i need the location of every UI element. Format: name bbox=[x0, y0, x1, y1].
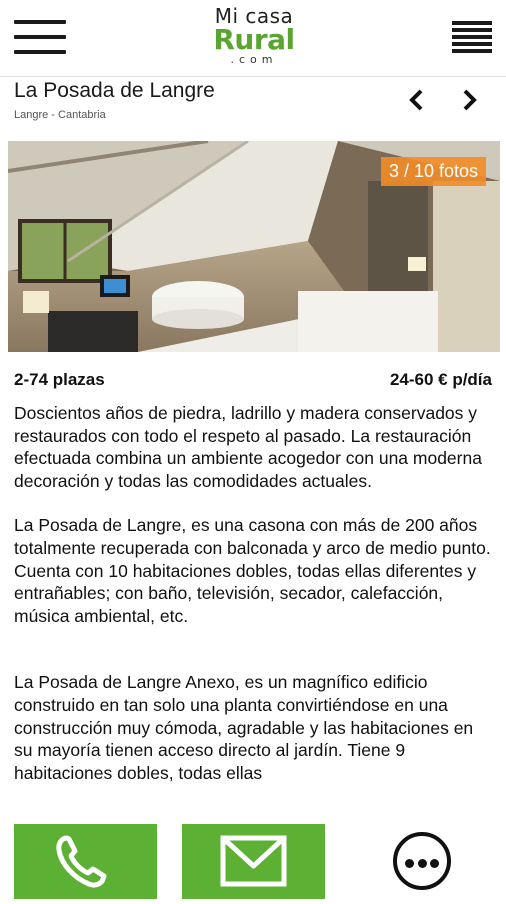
property-name: La Posada de Langre bbox=[14, 79, 215, 102]
logo-text-main: Rural bbox=[213, 23, 295, 56]
description-fade bbox=[0, 780, 506, 810]
app-header: Mi casa Rural .com bbox=[0, 0, 506, 77]
email-button[interactable] bbox=[182, 824, 325, 899]
property-location: Langre - Cantabria bbox=[14, 109, 106, 121]
price-text: 24-60 € p/día bbox=[389, 370, 492, 389]
hamburger-menu-icon[interactable] bbox=[14, 20, 66, 54]
property-summary: 2-74 plazas 24-60 € p/día bbox=[14, 370, 492, 394]
phone-icon bbox=[56, 835, 107, 888]
list-view-icon[interactable] bbox=[452, 21, 492, 53]
site-logo[interactable]: Mi casa Rural .com bbox=[206, 6, 302, 68]
description-paragraph-2: La Posada de Langre, es una casona con m… bbox=[14, 515, 491, 626]
more-options-icon bbox=[405, 859, 414, 868]
call-button[interactable] bbox=[14, 824, 157, 899]
envelope-icon bbox=[220, 835, 287, 887]
action-bar bbox=[0, 812, 506, 900]
capacity-text: 2-74 plazas bbox=[14, 370, 105, 389]
photo-counter-badge: 3 / 10 fotos bbox=[380, 157, 486, 186]
property-description: Doscientos años de piedra, ladrillo y ma… bbox=[14, 402, 496, 808]
more-options-button[interactable] bbox=[393, 832, 451, 890]
description-paragraph-3: La Posada de Langre Anexo, es un magnífi… bbox=[14, 672, 474, 783]
chevron-left-icon[interactable] bbox=[404, 87, 430, 113]
description-paragraph-1: Doscientos años de piedra, ladrillo y ma… bbox=[14, 403, 482, 491]
property-photo[interactable]: 3 / 10 fotos bbox=[8, 141, 500, 352]
chevron-right-icon[interactable] bbox=[456, 87, 482, 113]
property-title-bar: La Posada de Langre Langre - Cantabria bbox=[0, 77, 506, 127]
